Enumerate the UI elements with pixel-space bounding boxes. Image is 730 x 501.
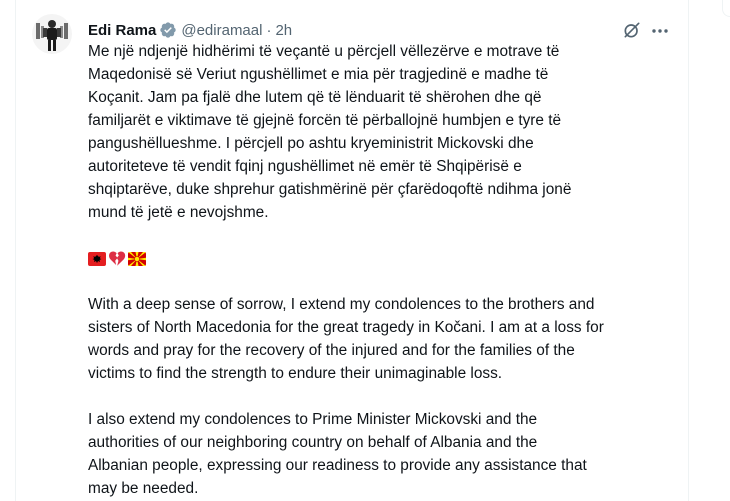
author-handle[interactable]: @ediramaal — [181, 22, 262, 39]
emoji-row — [88, 247, 678, 270]
timestamp[interactable]: 2h — [275, 22, 292, 39]
grok-icon[interactable] — [622, 20, 642, 40]
broken-heart-icon — [109, 251, 126, 266]
separator-dot: · — [266, 21, 272, 39]
text-line: mund të jetë e nevojshme. — [88, 204, 269, 221]
albania-flag-icon — [88, 251, 106, 266]
text-line: victims to find the strength to endure t… — [88, 365, 503, 382]
verified-badge-icon — [159, 21, 177, 39]
text-line: familjarët e viktimave të gjejnë forcën … — [88, 112, 562, 129]
text-line: Albanian people, expressing our readines… — [88, 457, 587, 474]
sidebar-edge — [722, 0, 730, 17]
text-line: may be needed. — [88, 480, 199, 497]
text-line: pangushëllueshme. I përcjell po ashtu kr… — [88, 135, 534, 152]
north-macedonia-flag-icon — [128, 251, 146, 266]
more-options-icon[interactable] — [650, 21, 670, 41]
author-name[interactable]: Edi Rama — [88, 22, 156, 39]
text-line: I also extend my condolences to Prime Mi… — [88, 411, 538, 428]
text-line: sisters of North Macedonia for the great… — [88, 319, 604, 336]
tweet-header: Edi Rama @ediramaal · 2h — [88, 19, 292, 41]
tweet-text: Me një ndjenjë hidhërimi të veçantë u pë… — [88, 40, 678, 500]
text-line: Me një ndjenjë hidhërimi të veçantë u pë… — [88, 43, 560, 60]
text-line: words and pray for the recovery of the i… — [88, 342, 575, 359]
text-line: Koçanit. Jam pa fjalë dhe lutem që të lë… — [88, 89, 542, 106]
text-line: autoriteteve të vendit fqinj ngushëllime… — [88, 158, 522, 175]
text-line: Maqedonisë së Veriut ngushëllimet e mia … — [88, 66, 549, 83]
text-line: shqiptarëve, duke shprehur gatishmërinë … — [88, 181, 572, 198]
tweet[interactable]: Edi Rama @ediramaal · 2h Me një ndjenjë … — [16, 0, 688, 501]
avatar-image — [32, 14, 72, 54]
timeline-right-border — [688, 0, 689, 501]
text-line: With a deep sense of sorrow, I extend my… — [88, 296, 595, 313]
avatar[interactable] — [32, 14, 72, 54]
text-line: authorities of our neighboring country o… — [88, 434, 538, 451]
